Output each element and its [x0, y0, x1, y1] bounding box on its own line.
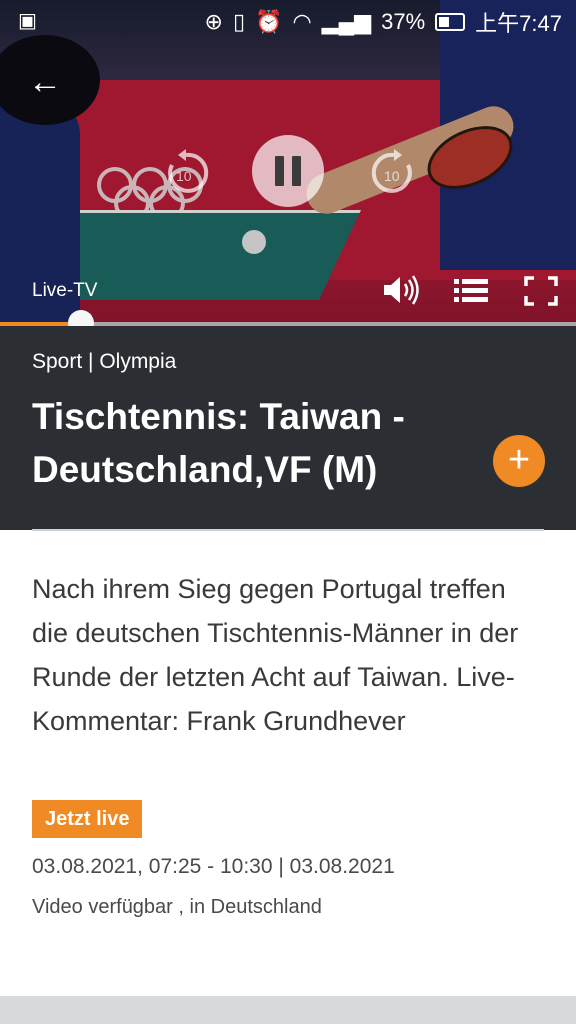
battery-percent: 37% — [381, 9, 426, 34]
forward-10-icon[interactable]: 10 — [366, 145, 422, 201]
program-title: Tischtennis: Taiwan - Deutschland,VF (M) — [32, 396, 405, 490]
rewind-10-icon[interactable]: 10 — [158, 145, 214, 201]
bottom-bar — [0, 996, 576, 1024]
add-icon[interactable]: + — [493, 435, 545, 487]
status-bar: ▣ ⊕ ▯ ⏰ ◠ ▂▄▆ 37% 上午7:47 — [0, 0, 576, 40]
program-availability: Video verfügbar , in Deutschland — [32, 896, 322, 918]
pause-button[interactable] — [252, 135, 324, 207]
back-arrow-icon[interactable]: ← — [28, 64, 64, 100]
clock: 上午7:47 — [475, 11, 562, 36]
battery-icon — [435, 13, 466, 31]
live-badge: Jetzt live — [32, 800, 143, 838]
svg-text:10: 10 — [384, 168, 400, 184]
live-tv-label: Live-TV — [32, 280, 98, 301]
divider — [32, 529, 544, 531]
fullscreen-icon[interactable] — [522, 274, 560, 308]
program-category: Sport | Olympia — [32, 350, 177, 373]
wifi-icon: ◠ — [292, 9, 312, 34]
image-notification-icon: ▣ — [18, 10, 37, 32]
alarm-icon: ⏰ — [255, 9, 283, 34]
program-description: Nach ihrem Sieg gegen Portugal treffen d… — [32, 574, 519, 736]
status-icons: ⊕ ▯ ⏰ ◠ ▂▄▆ 37% 上午7:47 — [205, 6, 562, 38]
data-saver-icon: ⊕ — [204, 9, 223, 34]
vibrate-icon: ▯ — [232, 9, 246, 34]
pause-icon — [275, 156, 284, 186]
program-datetime: 03.08.2021, 07:25 - 10:30 | 03.08.2021 — [32, 855, 395, 878]
list-icon[interactable] — [452, 274, 490, 308]
signal-icon: ▂▄▆ — [321, 9, 372, 34]
volume-icon[interactable] — [380, 272, 422, 308]
svg-text:10: 10 — [176, 168, 192, 184]
